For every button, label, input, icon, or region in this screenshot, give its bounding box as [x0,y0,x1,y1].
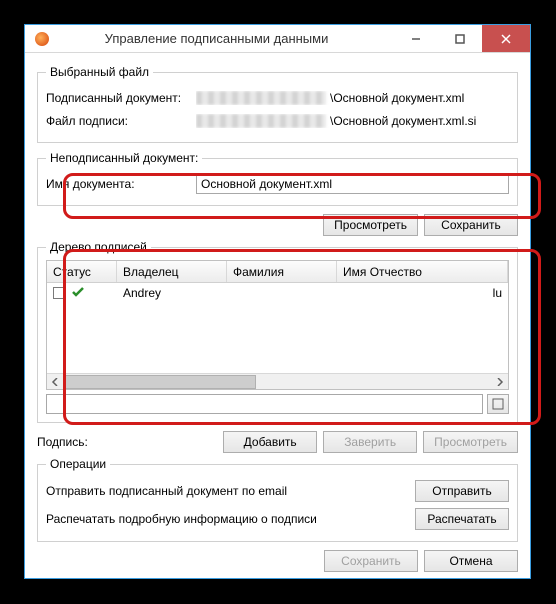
titlebar: Управление подписанными данными [25,25,530,53]
main-window: Управление подписанными данными Выбранны… [24,24,531,579]
sig-view-button[interactable]: Просмотреть [423,431,518,453]
app-icon [35,32,49,46]
sig-file-label: Файл подписи: [46,114,196,128]
dialog-footer: Сохранить Отмена [37,550,518,572]
tree-header: Статус Владелец Фамилия Имя Отчество [47,261,508,283]
client-area: Выбранный файл Подписанный документ: \Ос… [25,53,530,582]
add-button[interactable]: Добавить [223,431,317,453]
col-name-patr[interactable]: Имя Отчество [337,261,508,282]
cell-name-patr: lu [337,286,508,300]
h-scrollbar[interactable] [47,373,508,389]
tree-body: Andrey lu [47,283,508,373]
email-label: Отправить подписанный документ по email [46,484,415,498]
tree-footer-row [46,394,509,414]
selected-file-legend: Выбранный файл [46,65,153,79]
col-status[interactable]: Статус [47,261,117,282]
scroll-thumb[interactable] [63,375,256,389]
redacted-path [196,91,326,105]
checkmark-icon [71,286,85,301]
signature-tree: Статус Владелец Фамилия Имя Отчество And… [46,260,509,390]
col-owner[interactable]: Владелец [117,261,227,282]
signed-doc-label: Подписанный документ: [46,91,196,105]
tree-row[interactable]: Andrey lu [47,283,508,303]
signature-label: Подпись: [37,435,117,449]
maximize-button[interactable] [438,25,482,52]
tree-footer-button[interactable] [487,394,509,414]
cell-status [47,285,117,300]
save-button[interactable]: Сохранить [424,214,518,236]
scroll-left-icon[interactable] [47,374,63,390]
unsigned-doc-group: Неподписанный документ: Имя документа: О… [37,151,518,206]
signature-tree-group: Дерево подписей Статус Владелец Фамилия … [37,240,518,423]
minimize-button[interactable] [394,25,438,52]
doc-name-input[interactable]: Основной документ.xml [196,174,509,194]
send-button[interactable]: Отправить [415,480,509,502]
print-label: Распечатать подробную информацию о подпи… [46,512,415,526]
cell-owner: Andrey [117,286,227,300]
view-button[interactable]: Просмотреть [323,214,418,236]
row-checkbox[interactable] [53,287,65,299]
selected-file-group: Выбранный файл Подписанный документ: \Ос… [37,65,518,143]
unsigned-doc-buttons: Просмотреть Сохранить [37,214,518,236]
footer-save-button[interactable]: Сохранить [324,550,418,572]
sig-file-value: \Основной документ.xml.si [196,114,509,128]
certify-button[interactable]: Заверить [323,431,417,453]
window-title: Управление подписанными данными [49,31,394,46]
close-button[interactable] [482,25,530,52]
tree-footer-input[interactable] [46,394,483,414]
operations-legend: Операции [46,457,110,471]
signed-doc-value: \Основной документ.xml [196,91,509,105]
print-button[interactable]: Распечатать [415,508,509,530]
redacted-path [196,114,326,128]
doc-name-label: Имя документа: [46,177,196,191]
footer-cancel-button[interactable]: Отмена [424,550,518,572]
signature-tree-legend: Дерево подписей [46,240,151,254]
scroll-track[interactable] [63,374,492,390]
scroll-right-icon[interactable] [492,374,508,390]
unsigned-doc-legend: Неподписанный документ: [46,151,202,165]
col-lastname[interactable]: Фамилия [227,261,337,282]
operations-group: Операции Отправить подписанный документ … [37,457,518,542]
window-controls [394,25,530,52]
